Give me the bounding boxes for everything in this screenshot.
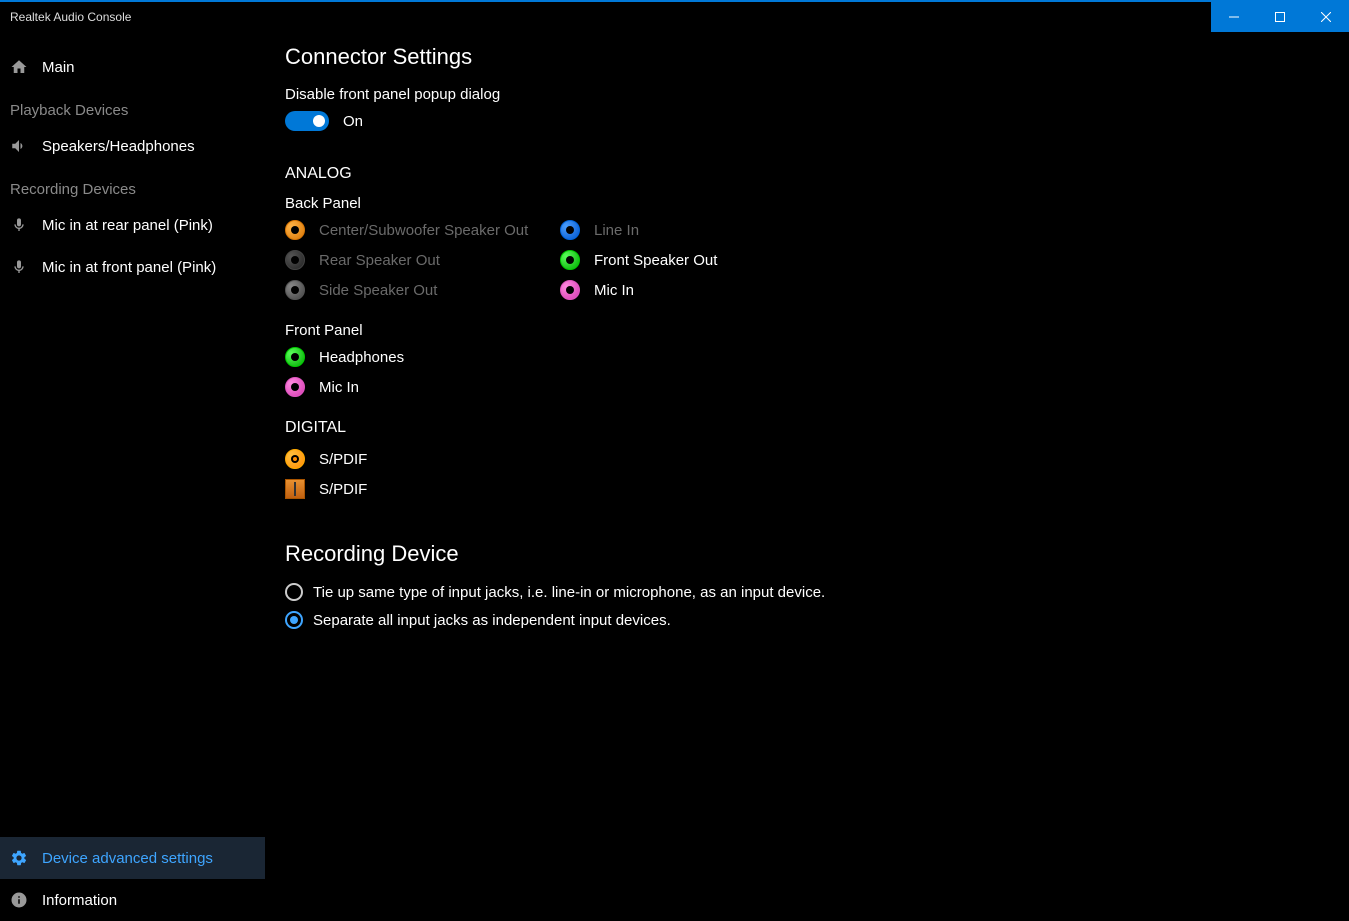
main-content: Connector Settings Disable front panel p…: [265, 32, 1349, 921]
sidebar-header-recording: Recording Devices: [0, 167, 265, 204]
recording-device-title: Recording Device: [285, 541, 1329, 567]
disable-popup-label: Disable front panel popup dialog: [285, 86, 1329, 103]
jack-label: Center/Subwoofer Speaker Out: [319, 222, 528, 239]
jack-black-icon: [285, 250, 305, 270]
jack-front-speaker[interactable]: Front Speaker Out: [560, 250, 717, 270]
sidebar-item-label: Mic in at rear panel (Pink): [42, 217, 213, 234]
sidebar-item-label: Device advanced settings: [42, 850, 213, 867]
jack-label: Headphones: [319, 349, 404, 366]
sidebar-item-information[interactable]: Information: [0, 879, 265, 921]
jack-label: Mic In: [594, 282, 634, 299]
radio-label: Tie up same type of input jacks, i.e. li…: [313, 584, 825, 601]
jack-label: Mic In: [319, 379, 359, 396]
jack-rear-speaker[interactable]: Rear Speaker Out: [285, 250, 560, 270]
jack-label: Front Speaker Out: [594, 252, 717, 269]
digital-header: DIGITAL: [285, 419, 1329, 437]
sidebar-item-speakers[interactable]: Speakers/Headphones: [0, 125, 265, 167]
jack-headphones[interactable]: Headphones: [285, 347, 1329, 367]
jack-center-sub[interactable]: Center/Subwoofer Speaker Out: [285, 220, 560, 240]
recording-option-tie[interactable]: Tie up same type of input jacks, i.e. li…: [285, 583, 1329, 601]
front-panel-label: Front Panel: [285, 322, 1329, 339]
sidebar-item-main[interactable]: Main: [0, 46, 265, 88]
jack-pink-icon: [560, 280, 580, 300]
radio-label: Separate all input jacks as independent …: [313, 612, 671, 629]
back-panel-label: Back Panel: [285, 195, 1329, 212]
jack-mic-in-front[interactable]: Mic In: [285, 377, 1329, 397]
jack-label: Side Speaker Out: [319, 282, 437, 299]
jack-label: S/PDIF: [319, 451, 367, 468]
mic-icon: [10, 216, 28, 234]
analog-header: ANALOG: [285, 165, 1329, 183]
sidebar: Main Playback Devices Speakers/Headphone…: [0, 32, 265, 921]
jack-side-speaker[interactable]: Side Speaker Out: [285, 280, 560, 300]
sidebar-item-label: Mic in at front panel (Pink): [42, 259, 216, 276]
jack-label: Rear Speaker Out: [319, 252, 440, 269]
sidebar-item-label: Speakers/Headphones: [42, 138, 195, 155]
jack-label: Line In: [594, 222, 639, 239]
jack-green-icon: [285, 347, 305, 367]
window-title: Realtek Audio Console: [10, 10, 131, 24]
page-title: Connector Settings: [285, 44, 1329, 70]
radio-unchecked-icon: [285, 583, 303, 601]
radio-checked-icon: [285, 611, 303, 629]
recording-option-separate[interactable]: Separate all input jacks as independent …: [285, 611, 1329, 629]
mic-icon: [10, 258, 28, 276]
disable-popup-toggle[interactable]: [285, 111, 329, 131]
jack-line-in[interactable]: Line In: [560, 220, 717, 240]
jack-spdif-optical-icon: [285, 479, 305, 499]
jack-orange-icon: [285, 220, 305, 240]
info-icon: [10, 891, 28, 909]
gear-icon: [10, 849, 28, 867]
jack-grey-icon: [285, 280, 305, 300]
jack-spdif-coax-icon: [285, 449, 305, 469]
jack-mic-in-back[interactable]: Mic In: [560, 280, 717, 300]
toggle-thumb: [313, 115, 325, 127]
maximize-button[interactable]: [1257, 2, 1303, 32]
sidebar-item-mic-rear[interactable]: Mic in at rear panel (Pink): [0, 204, 265, 246]
speaker-icon: [10, 137, 28, 155]
close-button[interactable]: [1303, 2, 1349, 32]
sidebar-header-playback: Playback Devices: [0, 88, 265, 125]
home-icon: [10, 58, 28, 76]
sidebar-item-label: Information: [42, 892, 117, 909]
titlebar: Realtek Audio Console: [0, 0, 1349, 32]
sidebar-item-mic-front[interactable]: Mic in at front panel (Pink): [0, 246, 265, 288]
jack-spdif-1[interactable]: S/PDIF: [285, 449, 1329, 469]
minimize-button[interactable]: [1211, 2, 1257, 32]
sidebar-item-label: Main: [42, 59, 75, 76]
jack-label: S/PDIF: [319, 481, 367, 498]
jack-green-icon: [560, 250, 580, 270]
jack-pink-icon: [285, 377, 305, 397]
window-controls: [1211, 2, 1349, 32]
jack-blue-icon: [560, 220, 580, 240]
toggle-state-label: On: [343, 113, 363, 130]
sidebar-item-advanced[interactable]: Device advanced settings: [0, 837, 265, 879]
jack-spdif-2[interactable]: S/PDIF: [285, 479, 1329, 499]
